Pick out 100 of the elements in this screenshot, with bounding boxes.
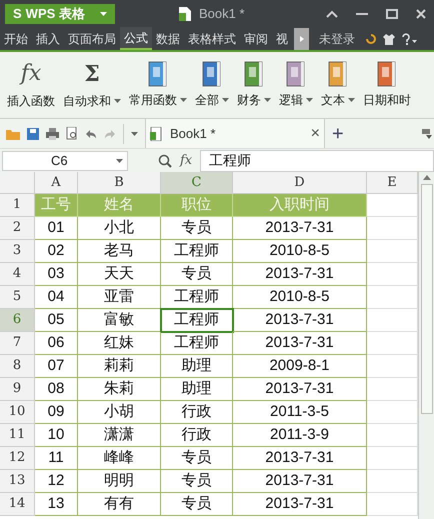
- row-header[interactable]: 11: [0, 424, 35, 447]
- table-cell: 2009-8-1: [233, 355, 367, 378]
- vertical-scrollbar[interactable]: [418, 172, 434, 519]
- new-tab-button[interactable]: +: [332, 124, 344, 144]
- print-icon[interactable]: [46, 128, 59, 140]
- table-cell: 专员: [161, 447, 233, 470]
- table-cell: 助理: [161, 355, 233, 378]
- header-cell: 姓名: [78, 194, 161, 217]
- ribbon-button[interactable]: 逻辑: [278, 61, 314, 109]
- table-cell: 明明: [78, 470, 161, 493]
- table-cell: 12: [35, 470, 78, 493]
- table-cell: 行政: [161, 424, 233, 447]
- table-cell: 天天: [78, 263, 161, 286]
- caret-icon: [100, 12, 107, 16]
- row-header[interactable]: 1: [0, 194, 35, 217]
- table-cell: 01: [35, 217, 78, 240]
- scroll-right-icon[interactable]: [294, 28, 309, 50]
- login-status[interactable]: 未登录: [319, 30, 355, 48]
- column-header[interactable]: D: [233, 172, 367, 193]
- minimize-icon[interactable]: [356, 12, 368, 14]
- row-header[interactable]: 7: [0, 332, 35, 355]
- table-cell: 06: [35, 332, 78, 355]
- save-icon[interactable]: [27, 128, 39, 140]
- row-header[interactable]: 4: [0, 263, 35, 286]
- table-cell: 08: [35, 378, 78, 401]
- document-tab[interactable]: Book1 * ×: [145, 119, 325, 148]
- caret-icon: [131, 132, 138, 136]
- table-cell: 02: [35, 240, 78, 263]
- table-cell: 11: [35, 447, 78, 470]
- row-header[interactable]: 14: [0, 493, 35, 516]
- row-header[interactable]: 13: [0, 470, 35, 493]
- row-header[interactable]: 6: [0, 309, 35, 332]
- column-header[interactable]: A: [35, 172, 78, 193]
- menu-tab[interactable]: 页面布局: [64, 27, 120, 50]
- column-header[interactable]: C: [161, 172, 233, 193]
- collapse-icon[interactable]: [326, 10, 338, 18]
- zoom-icon[interactable]: [158, 154, 172, 168]
- menu-tab[interactable]: 数据: [152, 27, 184, 50]
- menu-tab[interactable]: 插入: [32, 27, 64, 50]
- header-cell: 入职时间: [233, 194, 367, 217]
- table-cell: 2013-7-31: [233, 332, 367, 355]
- menu-tab[interactable]: 视: [272, 27, 292, 50]
- ribbon-button[interactable]: 日期和时: [362, 61, 412, 109]
- formula-field[interactable]: 工程师: [200, 150, 434, 172]
- table-cell: 老马: [78, 240, 161, 263]
- ribbon-button[interactable]: Σ 自动求和: [62, 60, 122, 110]
- table-cell: 2011-3-9: [233, 424, 367, 447]
- table-cell: 04: [35, 286, 78, 309]
- table-cell: 工程师: [161, 309, 233, 332]
- print-preview-icon[interactable]: [66, 127, 78, 140]
- table-cell: 专员: [161, 217, 233, 240]
- shirt-icon[interactable]: [383, 32, 395, 44]
- help-icon[interactable]: [401, 32, 417, 44]
- table-cell: 2013-7-31: [233, 447, 367, 470]
- maximize-icon[interactable]: [386, 8, 398, 18]
- ribbon-button[interactable]: 财务: [236, 61, 272, 109]
- table-cell: 专员: [161, 470, 233, 493]
- row-header[interactable]: 2: [0, 217, 35, 240]
- table-cell: 工程师: [161, 240, 233, 263]
- menu-tab[interactable]: 公式: [120, 27, 152, 50]
- close-icon[interactable]: [416, 8, 426, 18]
- header-cell: 职位: [161, 194, 233, 217]
- table-cell: 2011-3-5: [233, 401, 367, 424]
- menu-tab[interactable]: 审阅: [240, 27, 272, 50]
- table-cell: 专员: [161, 493, 233, 516]
- ribbon-button[interactable]: fx 插入函数: [6, 60, 56, 110]
- table-cell: 2013-7-31: [233, 493, 367, 516]
- table-cell: 富敏: [78, 309, 161, 332]
- scroll-up-icon[interactable]: [422, 175, 430, 180]
- ribbon-button[interactable]: 文本: [320, 61, 356, 109]
- ribbon-button[interactable]: 全部: [194, 61, 230, 109]
- table-cell: 小北: [78, 217, 161, 240]
- row-header[interactable]: 5: [0, 286, 35, 309]
- table-cell: 峰峰: [78, 447, 161, 470]
- table-cell: 05: [35, 309, 78, 332]
- name-box[interactable]: C6: [2, 150, 128, 170]
- table-cell: 红妹: [78, 332, 161, 355]
- undo-icon[interactable]: [85, 128, 97, 138]
- table-cell: 2013-7-31: [233, 470, 367, 493]
- row-header[interactable]: 8: [0, 355, 35, 378]
- close-tab-button[interactable]: ×: [310, 122, 320, 146]
- table-cell: 行政: [161, 401, 233, 424]
- menu-icon[interactable]: [422, 128, 432, 138]
- table-cell: 2010-8-5: [233, 240, 367, 263]
- ribbon-button[interactable]: 常用函数: [128, 61, 188, 109]
- table-cell: 2013-7-31: [233, 217, 367, 240]
- header-cell: 工号: [35, 194, 78, 217]
- menu-tab[interactable]: 开始: [0, 27, 32, 50]
- document-tab-title: Book1 *: [170, 124, 216, 143]
- row-header[interactable]: 12: [0, 447, 35, 470]
- row-header[interactable]: 9: [0, 378, 35, 401]
- table-cell: 2013-7-31: [233, 378, 367, 401]
- function-icon: fx: [20, 60, 42, 88]
- row-header[interactable]: 10: [0, 401, 35, 424]
- menu-tab[interactable]: 表格样式: [184, 27, 240, 50]
- row-header[interactable]: 3: [0, 240, 35, 263]
- document-icon: [179, 6, 191, 20]
- refresh-icon[interactable]: [365, 32, 377, 44]
- sigma-icon: Σ: [84, 60, 100, 88]
- function-button[interactable]: fx: [180, 150, 192, 170]
